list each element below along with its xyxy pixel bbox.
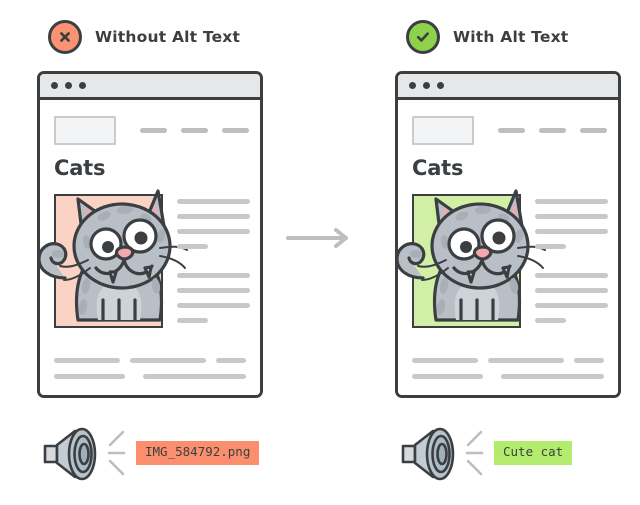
- text-line-placeholder: [488, 358, 564, 363]
- text-line-placeholder: [177, 214, 250, 219]
- speaker-icon: [43, 427, 97, 481]
- window-dot-maximize-icon[interactable]: [79, 82, 86, 89]
- text-line-placeholder: [130, 358, 206, 363]
- site-navigation: [498, 128, 607, 133]
- screen-reader-announcement: IMG_584792.png: [136, 441, 260, 465]
- text-line-placeholder: [535, 318, 566, 323]
- text-line-placeholder: [535, 273, 608, 278]
- page-title: Cats: [54, 156, 106, 180]
- window-dot-close-icon[interactable]: [51, 82, 58, 89]
- browser-window-without-alt-text: Cats: [37, 71, 263, 398]
- text-line-placeholder: [54, 358, 121, 363]
- footer-line-row: [412, 358, 604, 363]
- article-image-frame: [40, 189, 188, 328]
- footer-line-row: [54, 374, 246, 379]
- site-logo-placeholder[interactable]: [54, 116, 116, 145]
- text-line-placeholder: [177, 288, 250, 293]
- comparison-illustration: Without Alt Text With Alt Text Cats Cats…: [0, 0, 640, 505]
- panel-header-with-alt-text: With Alt Text: [406, 20, 568, 54]
- footer-line-row: [412, 374, 604, 379]
- site-topbar: [54, 116, 249, 145]
- window-dot-minimize-icon[interactable]: [423, 82, 430, 89]
- browser-titlebar: [40, 74, 260, 100]
- screen-reader-announcement: Cute cat: [494, 441, 573, 465]
- circle-x-icon: [48, 20, 82, 54]
- article-footer-lines: [412, 358, 604, 390]
- nav-item-placeholder[interactable]: [222, 128, 249, 133]
- browser-window-with-alt-text: Cats: [395, 71, 621, 398]
- text-line-placeholder: [177, 303, 250, 308]
- article-paragraph-lines: [177, 199, 250, 333]
- site-navigation: [140, 128, 249, 133]
- text-line-placeholder: [177, 244, 208, 249]
- sound-wave-icon: [465, 430, 484, 476]
- window-dot-minimize-icon[interactable]: [65, 82, 72, 89]
- text-line-placeholder: [215, 358, 246, 363]
- browser-content: Cats: [40, 100, 260, 395]
- window-dot-close-icon[interactable]: [409, 82, 416, 89]
- text-line-placeholder: [535, 303, 608, 308]
- sound-wave-icon: [107, 430, 126, 476]
- nav-item-placeholder[interactable]: [580, 128, 607, 133]
- text-line-placeholder: [177, 273, 250, 278]
- panel-header-without-alt-text: Without Alt Text: [48, 20, 240, 54]
- article-footer-lines: [54, 358, 246, 390]
- article-paragraph-lines: [535, 199, 608, 333]
- text-line-placeholder: [412, 358, 479, 363]
- page-title: Cats: [412, 156, 464, 180]
- footer-line-row: [54, 358, 246, 363]
- arrow-right-icon: [286, 228, 348, 248]
- panel-header-label: Without Alt Text: [95, 28, 241, 46]
- window-dot-maximize-icon[interactable]: [437, 82, 444, 89]
- speaker-icon: [401, 427, 455, 481]
- nav-item-placeholder[interactable]: [140, 128, 167, 133]
- article-image-frame: [398, 189, 546, 328]
- cat-illustration: [40, 189, 188, 322]
- panel-header-label: With Alt Text: [453, 28, 569, 46]
- text-line-placeholder: [501, 374, 604, 379]
- text-line-placeholder: [535, 288, 608, 293]
- cat-illustration: [398, 189, 546, 322]
- text-line-placeholder: [177, 318, 208, 323]
- text-line-placeholder: [535, 244, 566, 249]
- circle-check-icon: [406, 20, 440, 54]
- text-line-placeholder: [177, 229, 250, 234]
- text-line-placeholder: [535, 214, 608, 219]
- text-line-placeholder: [412, 374, 484, 379]
- browser-titlebar: [398, 74, 618, 100]
- text-line-placeholder: [143, 374, 246, 379]
- text-line-placeholder: [573, 358, 604, 363]
- screen-reader-output-with-alt-text: Cute cat: [400, 422, 573, 484]
- browser-content: Cats: [398, 100, 618, 395]
- nav-item-placeholder[interactable]: [498, 128, 525, 133]
- nav-item-placeholder[interactable]: [539, 128, 566, 133]
- site-logo-placeholder[interactable]: [412, 116, 474, 145]
- text-line-placeholder: [54, 374, 126, 379]
- text-line-placeholder: [535, 229, 608, 234]
- text-line-placeholder: [535, 199, 608, 204]
- screen-reader-output-without-alt-text: IMG_584792.png: [42, 422, 260, 484]
- site-topbar: [412, 116, 607, 145]
- nav-item-placeholder[interactable]: [181, 128, 208, 133]
- text-line-placeholder: [177, 199, 250, 204]
